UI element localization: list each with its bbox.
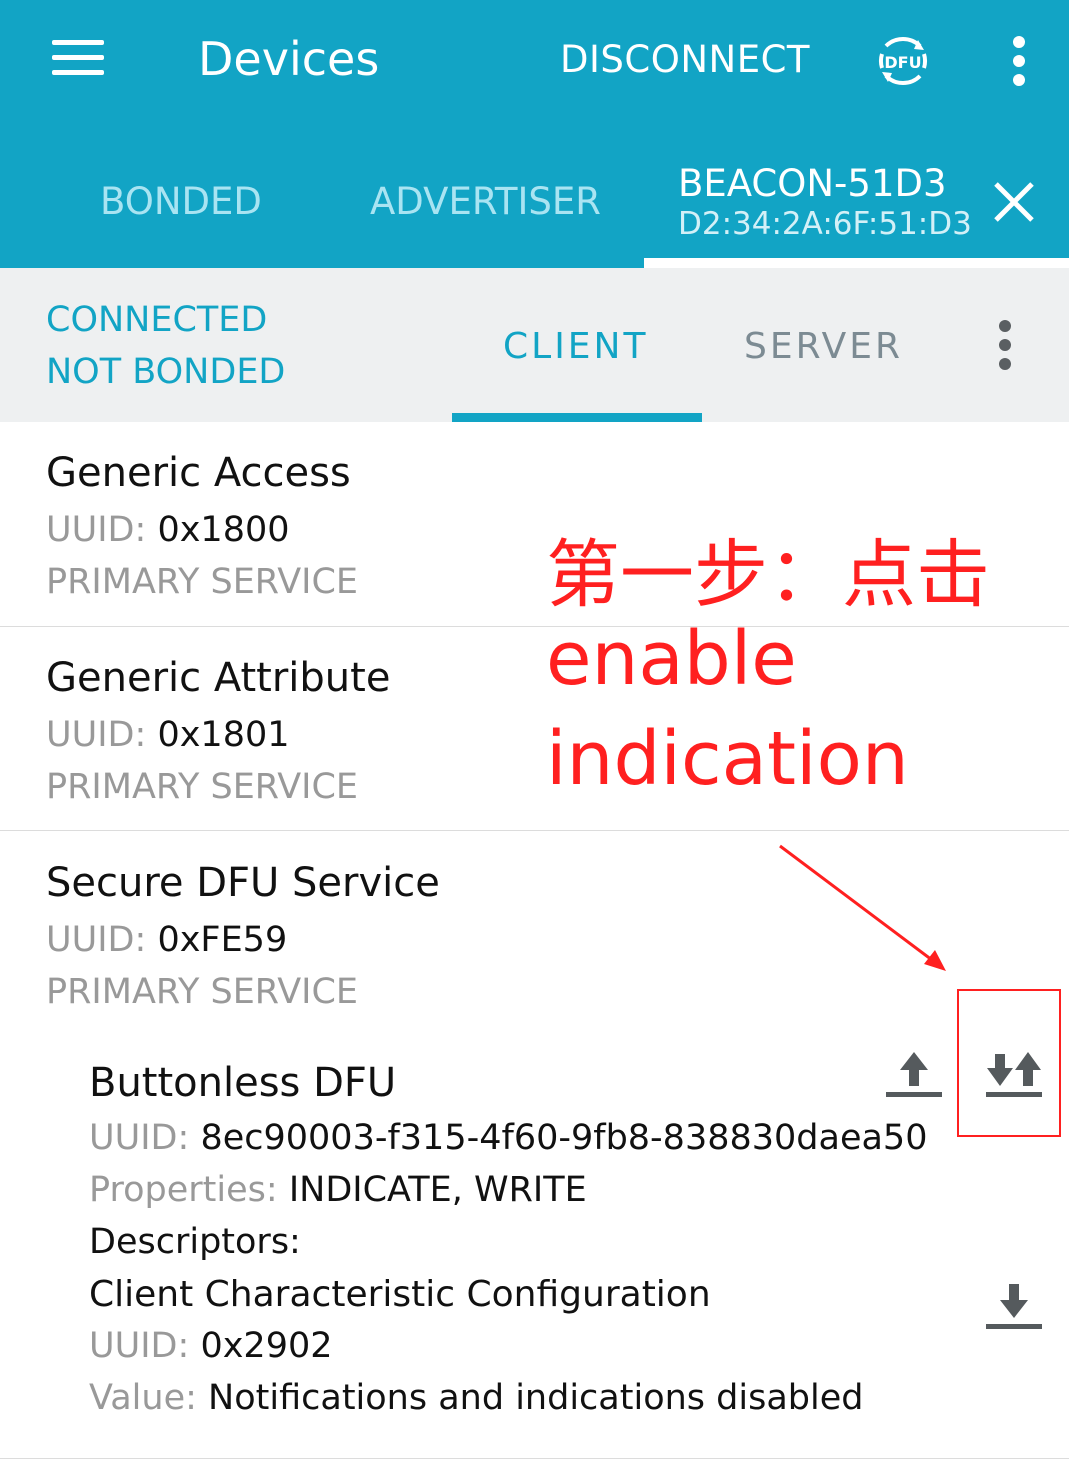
disconnect-button[interactable]: DISCONNECT <box>560 38 810 81</box>
write-icon[interactable] <box>884 1050 944 1100</box>
page-title: Devices <box>198 32 380 86</box>
annotation-highlight-box <box>957 989 1061 1137</box>
device-tab-address: D2:34:2A:6F:51:D3 <box>678 206 972 242</box>
annotation-step-text: 第一步：点击 <box>546 532 990 618</box>
read-icon[interactable] <box>984 1282 1044 1332</box>
svg-text:DFU: DFU <box>884 53 921 72</box>
service-name: Secure DFU Service <box>46 860 440 906</box>
app-bar: Devices DISCONNECT DFU BONDED ADVERTISER… <box>0 0 1069 268</box>
bond-status: NOT BONDED <box>46 352 286 392</box>
descriptors-header: Descriptors: <box>89 1222 301 1262</box>
divider <box>0 830 1069 831</box>
annotation-line-3: indication <box>546 716 909 802</box>
divider <box>0 1458 1069 1459</box>
active-tab-indicator <box>644 258 1069 268</box>
tab-bonded[interactable]: BONDED <box>100 180 262 223</box>
annotation-arrow <box>779 844 946 971</box>
connection-status: CONNECTED <box>46 300 268 340</box>
service-type: PRIMARY SERVICE <box>46 562 359 602</box>
service-type: PRIMARY SERVICE <box>46 767 359 807</box>
device-tab-name[interactable]: BEACON-51D3 <box>678 162 947 205</box>
overflow-menu-icon[interactable] <box>1006 36 1032 86</box>
characteristic-properties: Properties: INDICATE, WRITE <box>89 1170 587 1210</box>
divider <box>0 626 1069 627</box>
descriptor-name: Client Characteristic Configuration <box>89 1274 711 1315</box>
service-type: PRIMARY SERVICE <box>46 972 359 1012</box>
characteristic-name: Buttonless DFU <box>89 1060 397 1106</box>
client-tab-indicator <box>452 413 702 422</box>
service-uuid: UUID: 0xFE59 <box>46 920 288 960</box>
overflow-menu-icon[interactable] <box>992 320 1016 370</box>
close-icon[interactable] <box>992 180 1036 224</box>
dfu-icon[interactable]: DFU <box>874 32 932 90</box>
characteristic-uuid: UUID: 8ec90003-f315-4f60-9fb8-838830daea… <box>89 1118 928 1158</box>
annotation-line-2: enable <box>546 616 797 702</box>
service-name: Generic Attribute <box>46 655 391 701</box>
service-name: Generic Access <box>46 450 351 496</box>
tab-advertiser[interactable]: ADVERTISER <box>370 180 601 223</box>
menu-icon[interactable] <box>52 40 104 76</box>
tab-client[interactable]: CLIENT <box>503 326 648 367</box>
service-uuid: UUID: 0x1801 <box>46 715 290 755</box>
tab-server[interactable]: SERVER <box>744 326 903 367</box>
descriptor-uuid: UUID: 0x2902 <box>89 1326 333 1366</box>
descriptor-value: Value: Notifications and indications dis… <box>89 1378 864 1418</box>
service-uuid: UUID: 0x1800 <box>46 510 290 550</box>
